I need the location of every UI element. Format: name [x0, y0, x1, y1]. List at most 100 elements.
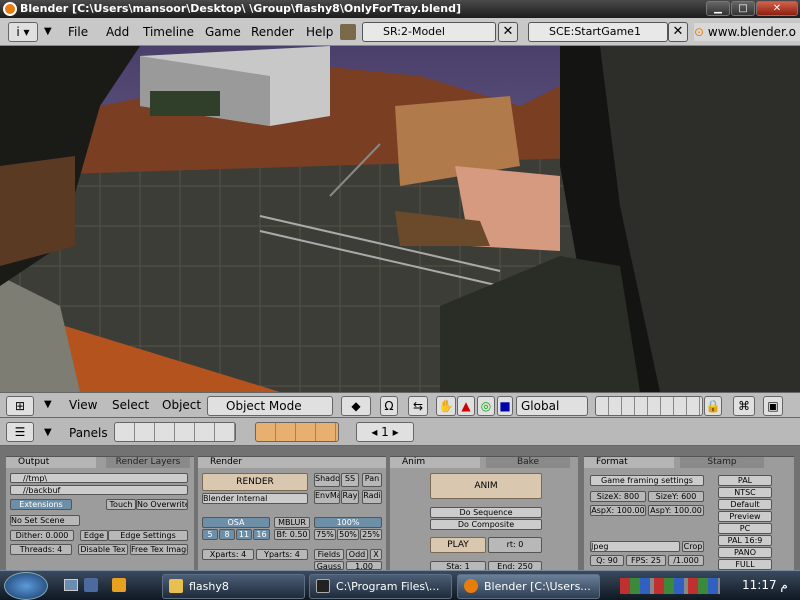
- osa-toggle[interactable]: OSA: [202, 517, 270, 528]
- osa-5[interactable]: 5: [202, 529, 218, 540]
- quality-field[interactable]: Q: 90: [590, 555, 624, 566]
- 3d-viewport[interactable]: [0, 46, 800, 392]
- yparts-field[interactable]: Yparts: 4: [256, 549, 308, 560]
- menu-help[interactable]: Help: [306, 25, 333, 39]
- task-program-files[interactable]: C:\Program Files\...: [309, 574, 452, 599]
- task-flashy8[interactable]: flashy8: [162, 574, 305, 599]
- media-player-icon[interactable]: [112, 578, 126, 592]
- osa-8[interactable]: 8: [219, 529, 235, 540]
- menu-add[interactable]: Add: [106, 25, 129, 39]
- osa-11[interactable]: 11: [236, 529, 252, 540]
- menu-select[interactable]: Select: [112, 398, 149, 412]
- odd-toggle[interactable]: Odd: [346, 549, 368, 560]
- sizex-field[interactable]: SizeX: 800: [590, 491, 646, 502]
- start-orb-icon[interactable]: [4, 572, 48, 600]
- threads-field[interactable]: Threads: 4: [10, 544, 72, 555]
- tab-stamp[interactable]: Stamp: [680, 457, 764, 468]
- collapse-arrow-icon[interactable]: ▼: [44, 399, 52, 410]
- preset-pal-16-9[interactable]: PAL 16:9: [718, 535, 772, 546]
- osa-16[interactable]: 16: [253, 529, 270, 540]
- no-overwrite-button[interactable]: No Overwrite: [136, 499, 188, 510]
- blender-url[interactable]: ⊙ www.blender.o: [694, 23, 800, 41]
- clock[interactable]: 11:17 م: [742, 578, 788, 592]
- size-100-button[interactable]: 100%: [314, 517, 382, 528]
- output-path-field[interactable]: //tmp\: [10, 473, 188, 483]
- menu-game[interactable]: Game: [205, 25, 241, 39]
- fps-base-field[interactable]: /1.000: [668, 555, 704, 566]
- minimize-button[interactable]: ▁: [706, 1, 730, 16]
- view3d-editor-type-button[interactable]: ⊞: [6, 396, 34, 416]
- screen-select[interactable]: SR:2-Model: [362, 22, 496, 42]
- anim-button[interactable]: ANIM: [430, 473, 542, 499]
- menu-timeline[interactable]: Timeline: [143, 25, 194, 39]
- gauss-value-field[interactable]: 1.00: [346, 561, 382, 570]
- size-50-button[interactable]: 50%: [337, 529, 359, 540]
- shadow-toggle[interactable]: Shado: [314, 473, 340, 487]
- tab-render[interactable]: Render: [198, 457, 386, 468]
- tab-anim[interactable]: Anim: [390, 457, 480, 468]
- fields-toggle[interactable]: Fields: [314, 549, 344, 560]
- task-blender[interactable]: Blender [C:\Users...: [457, 574, 600, 599]
- size-75-button[interactable]: 75%: [314, 529, 336, 540]
- no-set-scene-toggle[interactable]: No Set Scene: [10, 515, 80, 526]
- file-format-select[interactable]: Jpeg: [590, 541, 680, 552]
- gauss-toggle[interactable]: Gauss: [314, 561, 344, 570]
- mode-select[interactable]: Object Mode: [207, 396, 333, 416]
- close-button[interactable]: ✕: [756, 1, 798, 16]
- render-view-icon[interactable]: ▣: [763, 396, 783, 416]
- preset-pc[interactable]: PC: [718, 523, 772, 534]
- backbuf-path-field[interactable]: //backbuf: [10, 485, 188, 495]
- menu-file[interactable]: File: [68, 25, 88, 39]
- size-25-button[interactable]: 25%: [360, 529, 382, 540]
- preset-full[interactable]: FULL: [718, 559, 772, 570]
- draw-type-button[interactable]: ◆: [341, 396, 371, 416]
- delete-scene-button[interactable]: ✕: [668, 22, 688, 42]
- preset-pano[interactable]: PANO: [718, 547, 772, 558]
- orientation-select[interactable]: Global: [516, 396, 588, 416]
- collapse-arrow-icon[interactable]: ▼: [44, 26, 52, 37]
- tab-output[interactable]: Output: [6, 457, 96, 468]
- show-desktop-icon[interactable]: [64, 579, 78, 591]
- switch-windows-icon[interactable]: [84, 578, 98, 592]
- preset-pal[interactable]: PAL: [718, 475, 772, 486]
- snap-icon[interactable]: ⌘: [733, 396, 755, 416]
- info-editor-type-button[interactable]: i ▾: [8, 22, 38, 42]
- maximize-button[interactable]: □: [731, 1, 755, 16]
- rotate-icon[interactable]: ◎: [477, 396, 495, 416]
- ray-toggle[interactable]: Ray: [341, 490, 359, 504]
- delete-screen-button[interactable]: ✕: [498, 22, 518, 42]
- tab-format[interactable]: Format: [584, 457, 674, 468]
- pivot-icon[interactable]: Ω: [380, 396, 398, 416]
- context-buttons[interactable]: [114, 422, 236, 442]
- aspx-field[interactable]: AspX: 100.00: [590, 505, 646, 516]
- translate-icon[interactable]: ▲: [457, 396, 475, 416]
- do-sequence-button[interactable]: Do Sequence: [430, 507, 542, 518]
- crop-toggle[interactable]: Crop: [682, 541, 704, 552]
- collapse-arrow-icon[interactable]: ▼: [44, 427, 52, 438]
- menu-object[interactable]: Object: [162, 398, 201, 412]
- scene-select[interactable]: SCE:StartGame1: [528, 22, 668, 42]
- extensions-button[interactable]: Extensions: [10, 499, 72, 510]
- manipulator-icon[interactable]: ⇆: [408, 396, 428, 416]
- x-toggle[interactable]: X: [370, 549, 382, 560]
- fps-field[interactable]: FPS: 25: [626, 555, 666, 566]
- tab-bake[interactable]: Bake: [486, 457, 570, 468]
- bf-field[interactable]: Bf: 0.50: [274, 529, 310, 540]
- render-button[interactable]: RENDER: [202, 473, 308, 491]
- envmap-toggle[interactable]: EnvMa: [314, 490, 340, 504]
- xparts-field[interactable]: Xparts: 4: [202, 549, 254, 560]
- radio-toggle[interactable]: Radi: [362, 490, 382, 504]
- edge-button[interactable]: Edge: [80, 530, 108, 541]
- edge-settings-button[interactable]: Edge Settings: [108, 530, 188, 541]
- sizey-field[interactable]: SizeY: 600: [648, 491, 704, 502]
- buttons-editor-type-button[interactable]: ☰: [6, 422, 34, 442]
- mblur-toggle[interactable]: MBLUR: [274, 517, 310, 528]
- tab-render-layers[interactable]: Render Layers: [106, 457, 190, 468]
- play-button[interactable]: PLAY: [430, 537, 486, 553]
- menu-render[interactable]: Render: [251, 25, 294, 39]
- game-framing-button[interactable]: Game framing settings: [590, 475, 704, 486]
- dither-field[interactable]: Dither: 0.000: [10, 530, 74, 541]
- scale-icon[interactable]: ■: [497, 396, 513, 416]
- screen-browse-icon[interactable]: [340, 24, 356, 40]
- menu-view[interactable]: View: [69, 398, 97, 412]
